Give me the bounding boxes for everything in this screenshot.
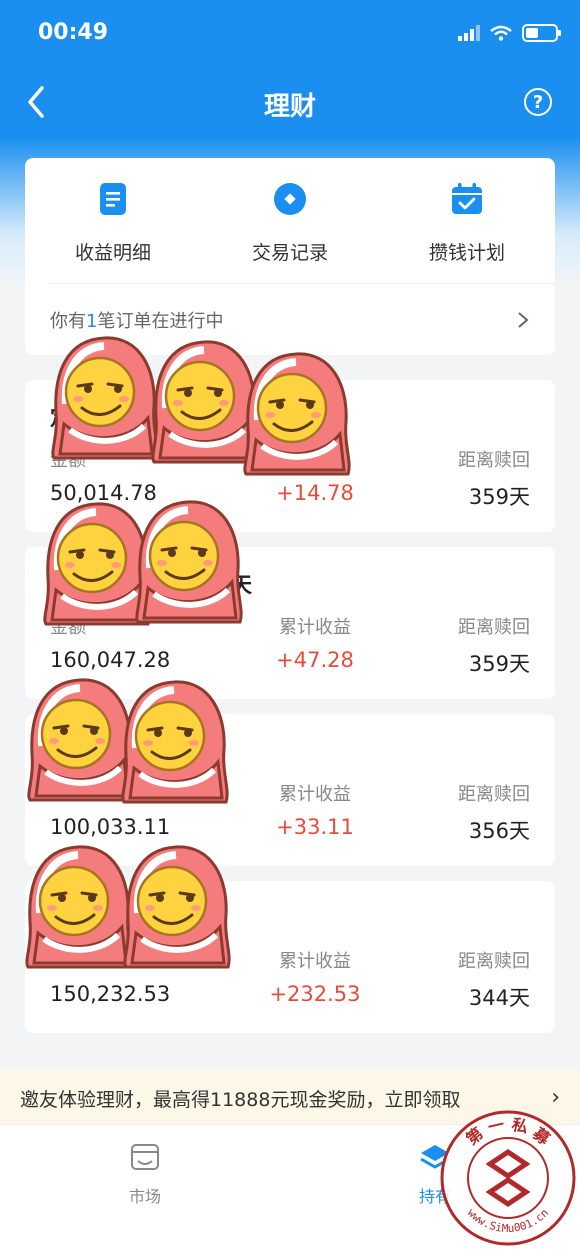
help-button[interactable]: ? — [524, 88, 552, 116]
ongoing-orders-row[interactable]: 你有1笔订单在进行中 — [50, 303, 530, 337]
menu-item-label: 攒钱计划 — [428, 242, 505, 264]
emoji-sticker — [118, 678, 230, 806]
question-circle-icon: ? — [532, 91, 544, 113]
emoji-sticker — [120, 843, 232, 971]
tab-market[interactable]: 市场 — [100, 1141, 190, 1207]
ongoing-orders-text: 你有1笔订单在进行中 — [50, 311, 224, 332]
redeem-label: 距离赎回 — [458, 617, 530, 638]
emoji-sticker — [132, 498, 244, 626]
profit-value: +47.28 — [276, 648, 354, 672]
profit-label: 累计收益 — [279, 951, 351, 972]
menu-item-saving-plan[interactable]: 攒钱计划 — [379, 182, 555, 265]
amount-value: 100,033.11 — [50, 815, 171, 839]
redeem-days: 359天 — [468, 652, 530, 676]
menu-item-label: 交易记录 — [251, 242, 328, 264]
status-time: 00:49 — [38, 20, 109, 45]
status-icons — [458, 24, 561, 42]
redeem-days: 356天 — [468, 819, 530, 843]
menu-item-income-details[interactable]: 收益明细 — [25, 182, 201, 265]
watermark-seal: 第 一 私 募 www.SiMu001.cn — [440, 1110, 576, 1246]
profit-value: +232.53 — [269, 982, 361, 1006]
document-icon — [100, 183, 126, 215]
record-icon — [274, 183, 306, 215]
redeem-label: 距离赎回 — [458, 784, 530, 805]
profit-label: 累计收益 — [279, 617, 351, 638]
menu-item-label: 收益明细 — [74, 242, 151, 264]
wifi-icon — [490, 25, 512, 41]
profit-value: +33.11 — [276, 815, 354, 839]
emoji-sticker — [48, 334, 160, 462]
calendar-check-icon — [452, 183, 482, 214]
amount-value: 150,232.53 — [50, 982, 171, 1006]
chevron-right-icon: › — [551, 1085, 560, 1110]
signal-icon — [458, 25, 480, 41]
menu-card: 收益明细 交易记录 攒钱计划 你有1笔订单在进行中 — [25, 158, 555, 355]
emoji-sticker — [240, 350, 352, 478]
menu-item-transaction-records[interactable]: 交易记录 — [202, 182, 378, 265]
profit-value: +14.78 — [276, 481, 354, 505]
tab-label: 市场 — [128, 1187, 161, 1206]
chevron-right-icon — [518, 312, 529, 328]
battery-icon — [522, 24, 561, 42]
page-title: 理财 — [263, 92, 316, 122]
redeem-days: 359天 — [468, 485, 530, 509]
promo-text: 邀友体验理财，最高得11888元现金奖励，立即领取 — [20, 1089, 461, 1111]
divider — [50, 283, 555, 284]
redeem-label: 距离赎回 — [458, 450, 530, 471]
store-icon — [131, 1144, 159, 1170]
redeem-days: 344天 — [468, 986, 530, 1010]
emoji-sticker — [22, 843, 134, 971]
amount-value: 160,047.28 — [50, 648, 171, 672]
profit-label: 累计收益 — [279, 784, 351, 805]
order-count: 1 — [86, 311, 98, 332]
redeem-label: 距离赎回 — [458, 951, 530, 972]
